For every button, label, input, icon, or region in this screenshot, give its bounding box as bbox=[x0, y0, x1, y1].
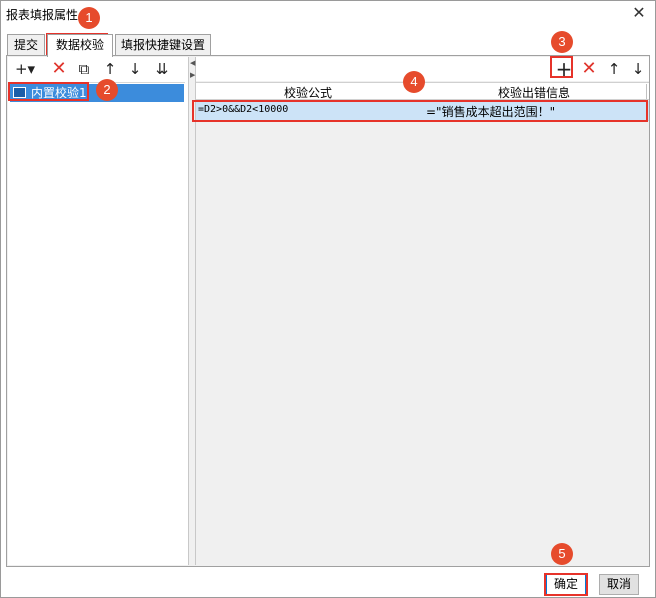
table-icon bbox=[13, 87, 26, 98]
left-panel: +▾ ✕ ⧉ ↑ ↓ ⇊ 内置校验1 bbox=[8, 57, 188, 565]
delete-icon[interactable]: ✕ bbox=[579, 59, 599, 79]
left-toolbar: +▾ ✕ ⧉ ↑ ↓ ⇊ bbox=[8, 57, 188, 81]
annotation-badge-3: 3 bbox=[551, 31, 573, 53]
column-header-formula[interactable]: 校验公式 bbox=[284, 84, 332, 101]
move-up-icon[interactable]: ↑ bbox=[604, 59, 624, 79]
collapse-right-icon[interactable]: ▶ bbox=[190, 71, 195, 79]
panel-splitter[interactable]: ◀ ▶ bbox=[188, 57, 196, 565]
column-divider[interactable] bbox=[646, 84, 647, 99]
table-row[interactable]: =D2>0&&D2<10000 ="销售成本超出范围！" bbox=[196, 101, 649, 121]
tab-submit[interactable]: 提交 bbox=[7, 34, 45, 56]
move-up-icon[interactable]: ↑ bbox=[100, 59, 120, 79]
cancel-button[interactable]: 取消 bbox=[599, 574, 639, 595]
annotation-badge-4: 4 bbox=[403, 71, 425, 93]
annotation-badge-1: 1 bbox=[78, 7, 100, 29]
add-icon[interactable]: +▾ bbox=[12, 59, 38, 79]
message-cell[interactable]: ="销售成本超出范围！" bbox=[426, 103, 555, 120]
move-down-icon[interactable]: ↓ bbox=[125, 59, 145, 79]
move-down-icon[interactable]: ↓ bbox=[628, 59, 648, 79]
delete-icon[interactable]: ✕ bbox=[49, 59, 69, 79]
add-icon[interactable]: + bbox=[554, 59, 574, 79]
window-title: 报表填报属性 bbox=[6, 8, 79, 22]
annotation-badge-2: 2 bbox=[96, 79, 118, 101]
right-panel: + ✕ ↑ ↓ 校验公式 校验出错信息 =D2>0&&D2<10000 ="销售… bbox=[196, 57, 649, 565]
annotation-badge-5: 5 bbox=[551, 543, 573, 565]
validation-tree: 内置校验1 bbox=[9, 82, 185, 562]
move-bottom-icon[interactable]: ⇊ bbox=[152, 59, 172, 79]
collapse-left-icon[interactable]: ◀ bbox=[190, 59, 195, 67]
close-icon[interactable]: ✕ bbox=[629, 3, 649, 23]
formula-cell[interactable]: =D2>0&&D2<10000 bbox=[198, 104, 288, 115]
tab-shortcut-settings[interactable]: 填报快捷键设置 bbox=[115, 34, 211, 56]
copy-icon[interactable]: ⧉ bbox=[74, 59, 94, 79]
tree-item-label: 内置校验1 bbox=[31, 86, 87, 100]
dialog-window: 报表填报属性 ✕ 提交 数据校验 填报快捷键设置 +▾ ✕ ⧉ ↑ ↓ ⇊ 内置… bbox=[0, 0, 656, 598]
ok-button[interactable]: 确定 bbox=[546, 574, 586, 595]
tab-data-validation[interactable]: 数据校验 bbox=[47, 34, 113, 57]
column-header-message[interactable]: 校验出错信息 bbox=[498, 84, 570, 101]
tab-content: +▾ ✕ ⧉ ↑ ↓ ⇊ 内置校验1 ◀ ▶ + ✕ ↑ ↓ 校验公式 校验出错… bbox=[6, 55, 650, 567]
